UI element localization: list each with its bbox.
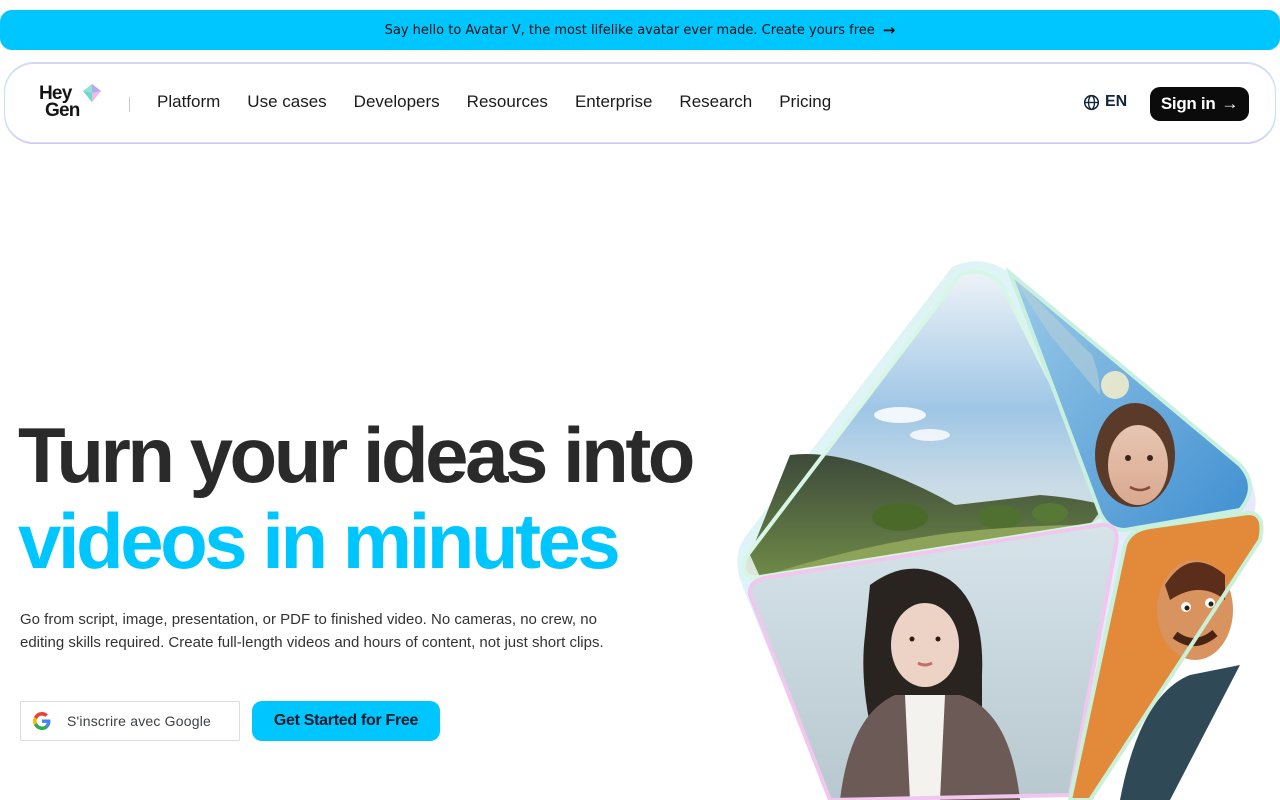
headline-line-2: videos in minutes [18, 497, 621, 585]
language-selector[interactable]: EN [1083, 93, 1127, 111]
nav-link-enterprise[interactable]: Enterprise [561, 91, 665, 113]
nav-link-research[interactable]: Research [666, 91, 766, 113]
headline-line-1: Turn your ideas into [18, 411, 695, 499]
language-label: EN [1105, 93, 1128, 110]
hero-subtext: Go from script, image, presentation, or … [20, 611, 604, 651]
get-started-label: Get Started for Free [273, 712, 419, 729]
google-icon [33, 712, 51, 730]
banner-text: Say hello to Avatar V, the most lifelike… [384, 22, 875, 38]
logo-gem-icon [83, 84, 101, 102]
heygen-logo[interactable]: Hey Gen [39, 84, 109, 125]
main-navigation: Hey Gen Platform Use cases Developers Re… [4, 62, 1276, 144]
nav-link-developers[interactable]: Developers [340, 91, 453, 113]
nav-link-use-cases[interactable]: Use cases [234, 91, 340, 113]
google-signup-label: S'inscrire avec Google [67, 713, 212, 729]
logo-text-line2: Gen [45, 100, 80, 121]
nav-divider [129, 97, 130, 112]
nav-link-platform[interactable]: Platform [157, 91, 234, 113]
hero-headline: Turn your ideas into videos in minutes [18, 412, 798, 584]
hero-3d-shape-image [737, 261, 1264, 800]
nav-links: Platform Use cases Developers Resources … [157, 91, 845, 113]
announcement-banner[interactable]: Say hello to Avatar V, the most lifelike… [0, 10, 1280, 50]
google-signup-button[interactable]: S'inscrire avec Google [20, 701, 240, 741]
sign-in-button[interactable]: Sign in → [1150, 87, 1249, 121]
nav-link-pricing[interactable]: Pricing [766, 91, 845, 113]
sign-in-label: Sign in [1160, 94, 1216, 113]
nav-link-resources[interactable]: Resources [453, 91, 561, 113]
globe-icon [1083, 94, 1100, 110]
arrow-right-icon: → [882, 21, 896, 39]
arrow-right-icon: → [1221, 94, 1239, 113]
get-started-button[interactable]: Get Started for Free [252, 701, 440, 741]
